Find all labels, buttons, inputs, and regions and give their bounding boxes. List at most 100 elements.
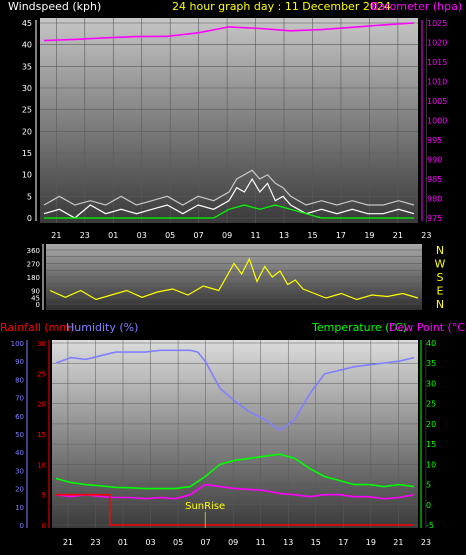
humidity-tick-label: 100 [11,340,24,348]
weather-24h-graph: Windspeed (kph) 24 hour graph day : 11 D… [0,0,466,547]
windspeed-axis-ticks: 0 5 10 15 20 25 30 35 40 45 [22,19,37,223]
baro-tick-label: 1000 [427,117,447,126]
rainfall-tick-label: 15 [37,431,46,439]
baro-tick-label: 990 [427,156,442,165]
humidity-tick-label: 50 [15,431,24,439]
barometer-axis-ticks: 975 980 985 990 995 1000 1005 1010 1015 1020 1025 [421,19,447,223]
wind-tick-label: 10 [22,171,32,180]
time-tick-label: 05 [165,231,175,240]
wind-tick-label: 35 [22,62,32,71]
wind-axis-label: Windspeed (kph) [8,0,101,13]
time-tick-label: 07 [201,538,211,547]
wind-tick-label: 5 [27,192,32,201]
humidity-tick-label: 40 [15,449,24,457]
humidity-tick-label: 80 [15,376,24,384]
humidity-tick-label: 70 [15,395,24,403]
time-tick-label: 01 [108,231,118,240]
direction-tick-label: 360 [27,247,40,255]
rain-axis-label: Rainfall (mm) [0,321,74,334]
time-tick-label: 21 [51,231,61,240]
time-tick-label: 21 [393,538,403,547]
time-tick-label: 17 [338,538,348,547]
rainfall-tick-label: 20 [37,401,46,409]
compass-label: N [436,298,444,311]
temp-time-axis: 21 23 01 03 05 07 09 11 13 15 17 19 21 23 [63,538,431,547]
temperature-tick-label: 0 [426,501,431,510]
direction-axis-ticks: 04590180270360 [27,244,44,310]
baro-tick-label: 1025 [427,19,447,28]
wind-tick-label: 20 [22,127,32,136]
time-tick-label: 09 [228,538,238,547]
time-tick-label: 15 [307,231,317,240]
temperature-tick-label: 40 [426,339,436,348]
time-tick-label: 17 [336,231,346,240]
temperature-tick-label: 35 [426,359,436,368]
rainfall-tick-label: 10 [37,461,46,469]
baro-tick-label: 1005 [427,97,447,106]
compass-label: S [437,271,444,284]
baro-tick-label: 995 [427,136,442,145]
direction-tick-label: 90 [31,288,40,296]
humidity-tick-label: 10 [15,504,24,512]
wind-time-axis: 21 23 01 03 05 07 09 11 13 15 17 19 21 23 [51,231,431,240]
temperature-tick-label: 30 [426,379,436,388]
chart-title: 24 hour graph day : 11 December 2024 [172,0,391,13]
time-tick-label: 01 [118,538,128,547]
direction-tick-label: 270 [27,261,40,269]
temp-hum-plot-area [52,340,418,528]
time-tick-label: 13 [283,538,293,547]
rainfall-tick-label: 30 [37,340,46,348]
baro-tick-label: 1015 [427,58,447,67]
time-tick-label: 19 [366,538,376,547]
humidity-tick-label: 0 [20,522,24,530]
time-tick-label: 03 [137,231,147,240]
time-tick-label: 13 [279,231,289,240]
temperature-tick-label: -5 [426,521,434,530]
wind-tick-label: 45 [22,19,32,28]
time-tick-label: 23 [90,538,100,547]
wind-tick-label: 15 [22,149,32,158]
time-tick-label: 05 [173,538,183,547]
rainfall-tick-label: 5 [42,492,46,500]
rainfall-tick-label: 25 [37,370,46,378]
compass-label: N [436,244,444,257]
temperature-tick-label: 25 [426,400,436,409]
compass-label: E [437,285,444,298]
time-tick-label: 11 [256,538,266,547]
wind-tick-label: 25 [22,106,32,115]
time-tick-label: 07 [194,231,204,240]
time-tick-label: 03 [145,538,155,547]
time-tick-label: 15 [311,538,321,547]
wind-tick-label: 30 [22,84,32,93]
baro-tick-label: 985 [427,175,442,184]
humidity-axis-label: Humidity (%) [66,321,138,334]
time-tick-label: 09 [222,231,232,240]
temperature-tick-label: 15 [426,440,436,449]
temperature-tick-label: 10 [426,460,436,469]
humidity-tick-label: 20 [15,486,24,494]
time-tick-label: 19 [364,231,374,240]
sunrise-annotation: SunRise [185,501,225,512]
time-tick-label: 21 [63,538,73,547]
time-tick-label: 21 [393,231,403,240]
baro-axis-label: Barometer (hpa) [371,0,462,13]
wind-tick-label: 40 [22,41,32,50]
temperature-tick-label: 20 [426,420,436,429]
compass-label: W [435,258,446,271]
time-tick-label: 23 [421,231,431,240]
time-tick-label: 23 [80,231,90,240]
wind-tick-label: 0 [27,214,32,223]
humidity-tick-label: 90 [15,358,24,366]
dewpoint-axis-label: Dew Point (°C) [389,321,466,334]
time-tick-label: 11 [250,231,260,240]
baro-tick-label: 1020 [427,39,447,48]
baro-tick-label: 975 [427,214,442,223]
humidity-tick-label: 30 [15,467,24,475]
rainfall-tick-label: 0 [42,522,46,530]
baro-tick-label: 980 [427,195,442,204]
compass-labels: NWSEN [435,244,446,311]
baro-tick-label: 1010 [427,78,447,87]
time-tick-label: 23 [421,538,431,547]
temperature-tick-label: 5 [426,481,431,490]
humidity-tick-label: 60 [15,413,24,421]
